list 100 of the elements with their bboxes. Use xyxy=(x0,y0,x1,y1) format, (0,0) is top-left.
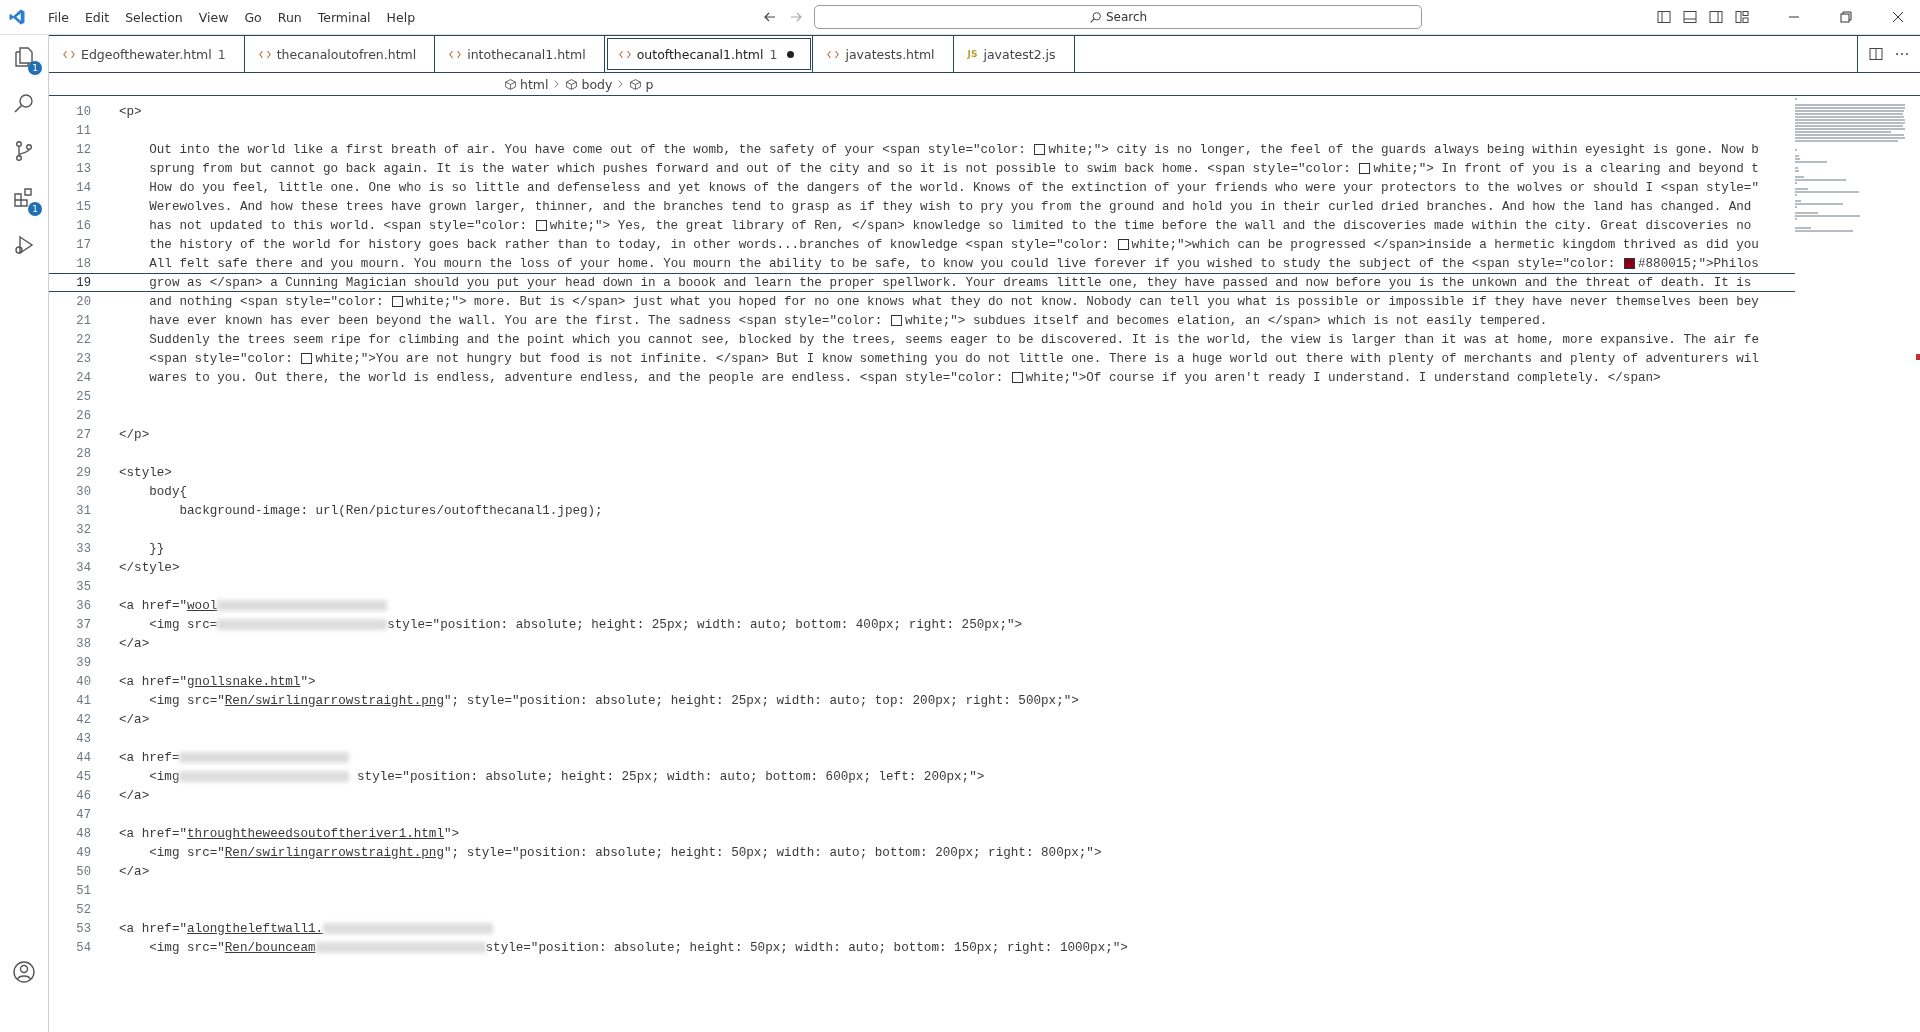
editor-tab[interactable]: JS javatest2.js xyxy=(953,36,1075,72)
notification-badge: 1 xyxy=(28,202,42,216)
menu-item[interactable]: View xyxy=(190,9,237,25)
line-number: 33 xyxy=(75,541,92,556)
code-link[interactable]: Ren/bounceam xyxy=(224,940,316,955)
color-swatch[interactable] xyxy=(392,296,404,307)
code-text: }} xyxy=(148,541,165,556)
menu-item[interactable]: Help xyxy=(378,9,424,25)
search-icon xyxy=(1088,10,1102,24)
code-link[interactable]: wool xyxy=(187,598,218,613)
menu-item[interactable]: Go xyxy=(236,9,270,25)
layout-grid-icon[interactable] xyxy=(1734,9,1750,25)
line-number: 31 xyxy=(75,503,92,518)
color-swatch[interactable] xyxy=(1359,163,1371,174)
code-link[interactable]: Ren/swirlingarrowstraight.png xyxy=(224,693,444,708)
line-number: 15 xyxy=(75,199,92,214)
unsaved-dot-icon[interactable] xyxy=(787,50,795,58)
code-link[interactable]: gnollsnake.html xyxy=(187,674,301,689)
code-text: have ever known has ever been beyond the wall. You are the first. The sadness <span style="color: xyxy=(148,313,884,328)
menu-item[interactable]: Selection xyxy=(117,9,191,25)
breadcrumb-item[interactable]: body xyxy=(565,76,613,92)
line-number: 49 xyxy=(75,845,92,860)
line-number: 40 xyxy=(75,674,92,689)
code-text: "; style="position: absolute; height: 50px; width: auto; bottom: 200px; right: 800px;"> xyxy=(444,845,1102,860)
code-link[interactable]: alongtheleftwall1. xyxy=(187,921,324,936)
line-number: 43 xyxy=(75,731,92,746)
code-text: <a href=" xyxy=(119,826,188,841)
code-text: "> xyxy=(300,674,316,689)
line-number: 24 xyxy=(75,370,92,385)
code-text: </a> xyxy=(119,864,150,879)
menu-item[interactable]: Terminal xyxy=(309,9,379,25)
code-text: <img src=" xyxy=(148,845,225,860)
line-number: 16 xyxy=(75,218,92,233)
chevron-icon xyxy=(617,79,625,89)
line-number: 20 xyxy=(75,294,92,309)
split-editor-icon[interactable] xyxy=(1868,46,1884,62)
color-swatch[interactable] xyxy=(890,315,902,326)
color-swatch[interactable] xyxy=(535,220,547,231)
code-text: <img src=" xyxy=(148,693,225,708)
code-text: All felt safe there and you mourn. You mourn the loss of your home. You mourn the ability to be safe, to know you could live forever if you wished to study the subject of the <span style="color: xyxy=(148,256,1617,271)
restore-icon[interactable] xyxy=(1838,9,1854,25)
line-number: 13 xyxy=(75,161,92,176)
line-number: 18 xyxy=(75,256,92,271)
code-file-icon xyxy=(449,49,462,59)
code-text: wares to you. Out there, the world is endless, adventure endless, and the people are endless. <span style="color: xyxy=(148,370,1005,385)
chevron-icon xyxy=(553,79,561,89)
editor-tab[interactable]: thecanaloutofren.html xyxy=(244,36,436,72)
code-text: Werewolves. And how these trees have grown larger, thinner, and the branches tend to grasp as if they wish to pry you from the ground and hold you in their curled dried branches. And how the land has changed. And xyxy=(148,199,1752,214)
code-text: white;"> more. But is </span> just what you hoped for no one knows what they do not know. Nobody can tell you what is possible or impossible if they have never themselves been bey xyxy=(406,294,1759,309)
files-icon[interactable] xyxy=(12,45,36,69)
code-text: grow as </span> a Cunning Magician should you put your head down in a boook and learn the proper spellwork. Your dreams little one, they have passed and now before you is the unkown and the threat of death. It is xyxy=(148,275,1752,290)
color-swatch[interactable] xyxy=(1117,239,1129,250)
line-number: 34 xyxy=(75,560,92,575)
code-text: and nothing <span style="color: xyxy=(148,294,385,309)
code-text: <a href=" xyxy=(119,674,188,689)
panel-layout-icon[interactable] xyxy=(1682,9,1698,25)
account-icon[interactable] xyxy=(12,960,36,984)
code-text: <a href=" xyxy=(119,598,188,613)
code-text: white;"> In front of you is a clearing and beyond t xyxy=(1373,161,1759,176)
editor-tab[interactable]: Edgeofthewater.html 1 xyxy=(49,36,245,72)
code-text: </style> xyxy=(119,560,180,575)
editor-tab[interactable]: javatests.html xyxy=(813,36,954,72)
breadcrumb-item[interactable]: html xyxy=(504,76,549,92)
code-text: white;"> Yes, the great library of Ren, </span> knowledge so limited to the time before the wall and the discoveries made within the city. Great discoveries no xyxy=(549,218,1752,233)
code-text: sprung from but cannot go back again. It is the water which pushes forward and out of the city and so it is not possible to swim back home. <span style="color: xyxy=(148,161,1352,176)
menu-item[interactable]: Edit xyxy=(76,9,118,25)
color-swatch[interactable] xyxy=(1011,372,1023,383)
line-number: 26 xyxy=(75,408,92,423)
code-file-icon xyxy=(258,49,271,59)
app-logo-icon xyxy=(8,8,26,26)
editor-tab[interactable]: intothecanal1.html xyxy=(435,36,605,72)
code-link[interactable]: throughtheweedsoutoftheriver1.html xyxy=(187,826,444,841)
code-text: <p> xyxy=(119,104,142,119)
search-field[interactable]: Search xyxy=(814,5,1423,29)
secondary-sidebar-icon[interactable] xyxy=(1708,9,1724,25)
color-swatch[interactable] xyxy=(1034,144,1046,155)
line-number: 32 xyxy=(75,522,92,537)
line-number: 11 xyxy=(75,123,92,138)
editor-tab[interactable]: outofthecanal1.html 1 xyxy=(604,36,814,72)
breadcrumb-item[interactable]: p xyxy=(629,76,654,92)
line-number: 14 xyxy=(75,180,92,195)
code-text: white;"> subdues itself and becomes elation, an </span> which is not easily tempered. xyxy=(904,313,1548,328)
line-number: 47 xyxy=(75,807,92,822)
menu-item[interactable]: File xyxy=(40,9,77,25)
problem-count: 1 xyxy=(769,46,778,62)
code-file-icon xyxy=(63,49,75,59)
close-icon[interactable] xyxy=(1890,9,1906,25)
code-text: #880015;">Philos xyxy=(1637,256,1759,271)
line-number: 25 xyxy=(75,389,92,404)
line-number: 44 xyxy=(75,750,92,765)
code-text: <img src=" xyxy=(148,940,225,955)
line-number: 46 xyxy=(75,788,92,803)
line-number: 12 xyxy=(75,142,92,157)
sidebar-layout-icon[interactable] xyxy=(1656,9,1672,25)
color-swatch[interactable] xyxy=(1623,258,1635,269)
line-number: 54 xyxy=(75,940,92,955)
line-number: 21 xyxy=(75,313,92,328)
color-swatch[interactable] xyxy=(301,353,313,364)
code-link[interactable]: Ren/swirlingarrowstraight.png xyxy=(224,845,444,860)
menu-item[interactable]: Run xyxy=(269,9,310,25)
